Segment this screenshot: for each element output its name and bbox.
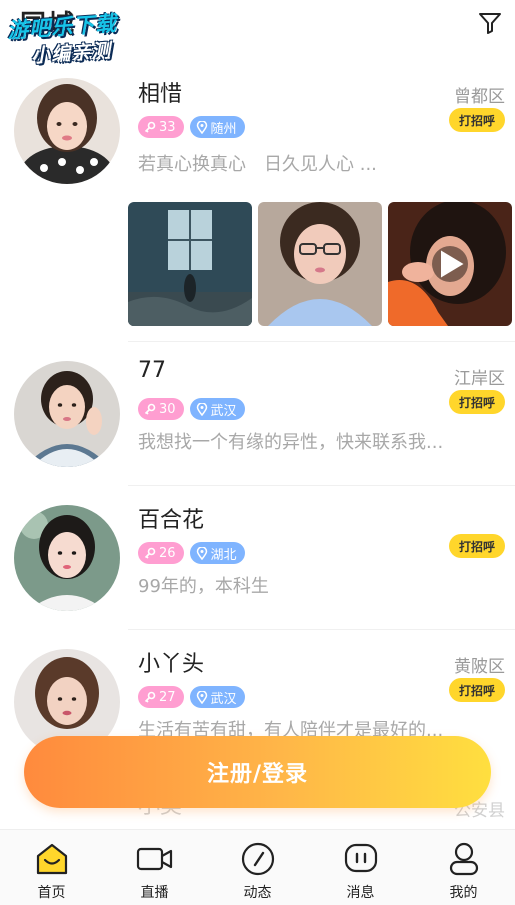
nav-item-profile[interactable]: 我的 xyxy=(412,830,515,905)
location-pin-icon xyxy=(196,690,207,704)
greet-button[interactable]: 打招呼 xyxy=(449,108,505,132)
nav-label: 我的 xyxy=(449,885,478,901)
age-text: 26 xyxy=(159,545,176,561)
compass-icon xyxy=(241,842,274,876)
video-thumbnail[interactable] xyxy=(388,202,512,326)
avatar[interactable] xyxy=(14,505,120,611)
nav-label: 动态 xyxy=(243,885,272,901)
play-button[interactable] xyxy=(432,246,468,282)
nav-label: 消息 xyxy=(346,885,375,901)
bottom-nav: 首页 直播 动态 消息 我的 xyxy=(0,829,515,905)
location-tag: 随州 xyxy=(189,116,245,138)
user-card[interactable]: 77 江岸区 打招呼 30 武汉 我想找一个有缘的异性，快来联系我... xyxy=(0,342,515,486)
message-icon xyxy=(344,843,377,873)
location-pin-icon xyxy=(196,402,207,416)
nav-item-moments[interactable]: 动态 xyxy=(206,830,309,905)
age-tag: 26 xyxy=(138,542,184,564)
user-feed: 相惜 曾都区 打招呼 33 随州 若真心换真心 日久见人心 ... 77 江岸区… xyxy=(0,48,515,774)
age-tag: 27 xyxy=(138,686,184,708)
user-bio: 我想找一个有缘的异性，快来联系我... xyxy=(138,432,444,453)
user-name: 小丫头 xyxy=(138,652,205,677)
user-bio: 99年的，本科生 xyxy=(138,576,269,597)
nav-item-live[interactable]: 直播 xyxy=(103,830,206,905)
avatar[interactable] xyxy=(14,361,120,467)
age-text: 30 xyxy=(159,401,176,417)
age-tag: 33 xyxy=(138,116,184,138)
tag-group: 30 武汉 xyxy=(138,398,245,420)
location-text: 随州 xyxy=(210,121,237,137)
female-key-icon xyxy=(144,403,156,415)
location-tag: 湖北 xyxy=(189,542,245,564)
location-text: 湖北 xyxy=(210,547,237,563)
female-key-icon xyxy=(144,121,156,133)
avatar[interactable] xyxy=(14,78,120,184)
user-name: 77 xyxy=(138,358,166,383)
user-name: 相惜 xyxy=(138,82,183,107)
location-tag: 武汉 xyxy=(189,686,245,708)
location-pin-icon xyxy=(196,120,207,134)
tag-group: 33 随州 xyxy=(138,116,245,138)
location-text: 武汉 xyxy=(210,691,237,707)
photo-thumbnail[interactable] xyxy=(128,202,252,326)
video-camera-icon xyxy=(136,847,172,871)
filter-icon xyxy=(479,13,501,34)
profile-icon xyxy=(449,842,478,876)
user-district: 黄陂区 xyxy=(454,657,505,677)
user-name: 百合花 xyxy=(138,508,205,533)
play-icon xyxy=(441,250,464,278)
tag-group: 26 湖北 xyxy=(138,542,245,564)
photo-thumbnail[interactable] xyxy=(258,202,382,326)
age-tag: 30 xyxy=(138,398,184,420)
location-pin-icon xyxy=(196,546,207,560)
home-icon xyxy=(36,843,67,875)
nav-item-home[interactable]: 首页 xyxy=(0,830,103,905)
top-bar: 同城 游吧乐下载 小编亲测 xyxy=(0,0,515,67)
greet-button[interactable]: 打招呼 xyxy=(449,534,505,558)
register-login-button[interactable]: 注册/登录 xyxy=(24,736,491,808)
greet-button[interactable]: 打招呼 xyxy=(449,678,505,702)
female-key-icon xyxy=(144,547,156,559)
nav-item-messages[interactable]: 消息 xyxy=(309,830,412,905)
user-bio: 若真心换真心 日久见人心 ... xyxy=(138,154,377,175)
user-card[interactable]: 百合花 打招呼 26 湖北 99年的，本科生 xyxy=(0,486,515,630)
filter-button[interactable] xyxy=(475,8,505,38)
location-text: 武汉 xyxy=(210,403,237,419)
greet-button[interactable]: 打招呼 xyxy=(449,390,505,414)
age-text: 27 xyxy=(159,689,176,705)
user-district: 江岸区 xyxy=(454,369,505,389)
nav-label: 首页 xyxy=(37,885,66,901)
tag-group: 27 武汉 xyxy=(138,686,245,708)
location-tag: 武汉 xyxy=(189,398,245,420)
nav-label: 直播 xyxy=(140,885,169,901)
female-key-icon xyxy=(144,691,156,703)
user-district: 曾都区 xyxy=(454,87,505,107)
age-text: 33 xyxy=(159,119,176,135)
user-card[interactable]: 相惜 曾都区 打招呼 33 随州 若真心换真心 日久见人心 ... xyxy=(0,48,515,342)
photo-strip xyxy=(128,202,512,326)
